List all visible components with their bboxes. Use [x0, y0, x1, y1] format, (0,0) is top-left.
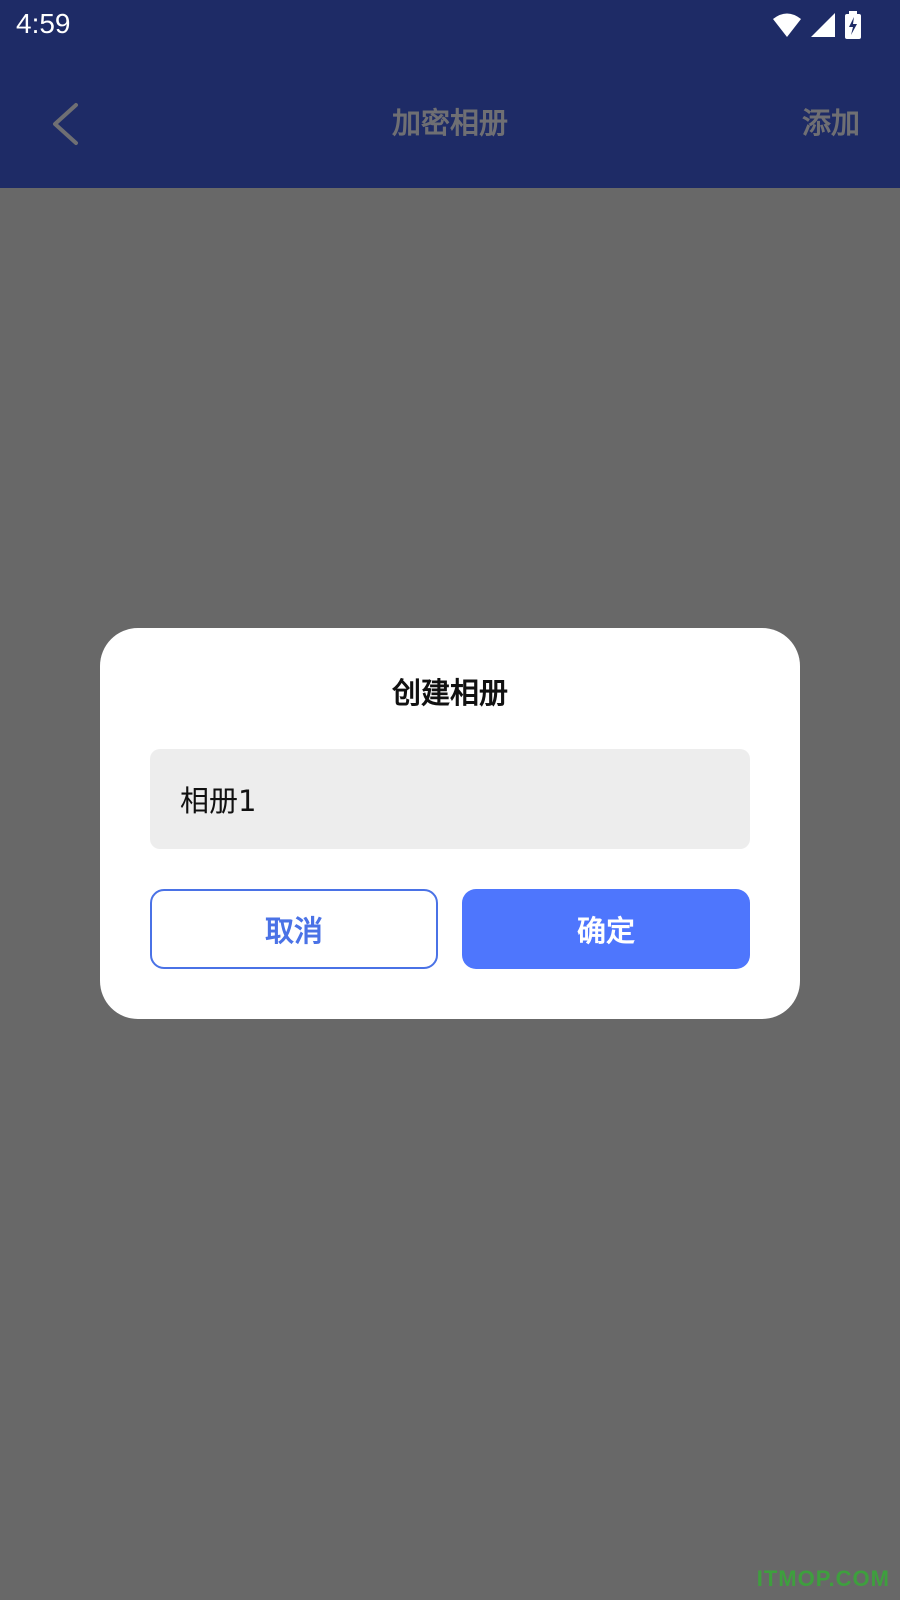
status-time: 4:59 — [16, 8, 71, 39]
cellular-signal-icon — [811, 13, 835, 37]
cancel-button[interactable]: 取消 — [150, 889, 438, 969]
status-icons — [772, 10, 862, 40]
confirm-button[interactable]: 确定 — [462, 889, 750, 969]
dialog-title: 创建相册 — [391, 676, 508, 710]
album-name-input[interactable] — [150, 749, 750, 849]
wifi-icon — [773, 13, 801, 37]
app-header: 4:59 加密相册 添加 — [0, 0, 900, 188]
page-title: 加密相册 — [391, 106, 508, 140]
add-button[interactable]: 添加 — [802, 100, 860, 142]
create-album-dialog: 创建相册 取消 确定 — [100, 628, 800, 1019]
watermark: ITMOP.COM — [756, 1566, 890, 1591]
battery-charging-icon — [845, 11, 861, 39]
